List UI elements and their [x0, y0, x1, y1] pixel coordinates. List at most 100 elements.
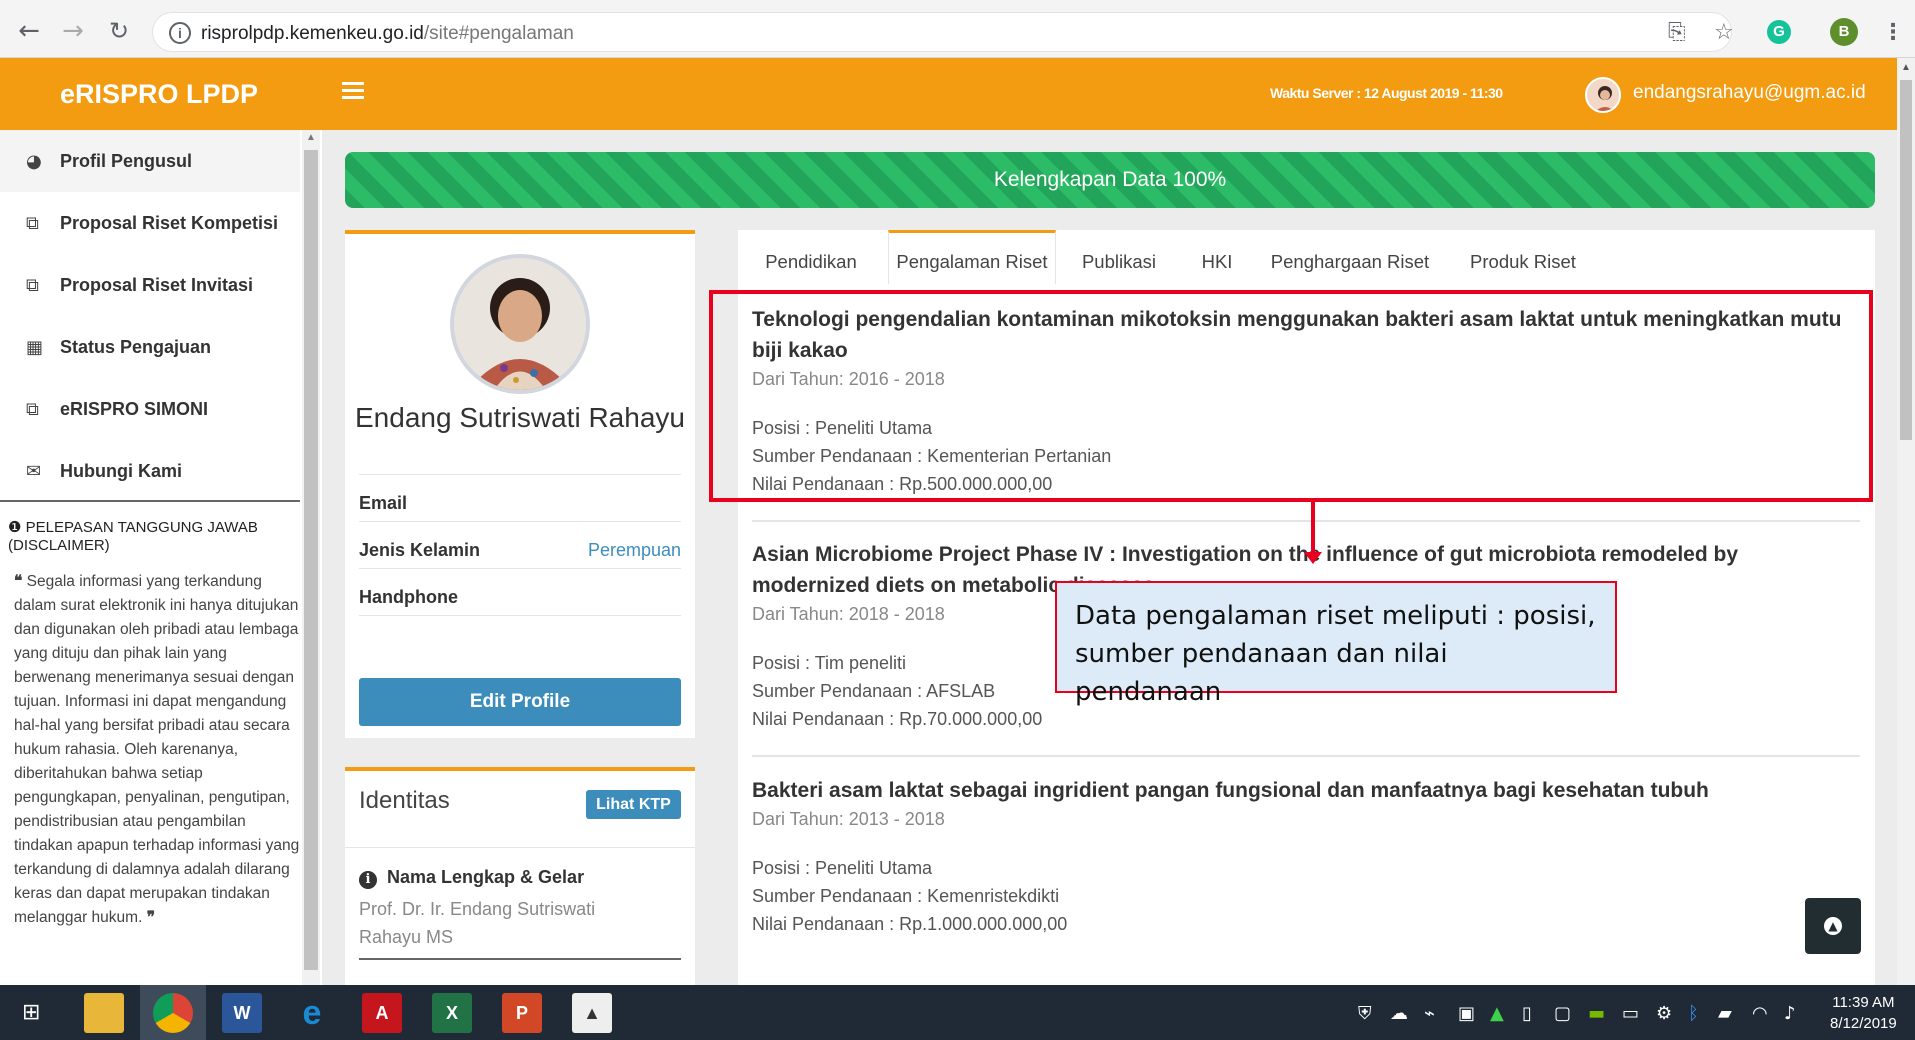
gender-value: Perempuan: [587, 540, 681, 560]
research-funding-value: Nilai Pendanaan : Rp.70.000.000,00: [752, 709, 1043, 729]
volume-icon[interactable]: ♪: [1784, 1003, 1796, 1024]
windows-start-icon[interactable]: ⊞: [22, 1000, 40, 1025]
wifi-icon[interactable]: ◠: [1752, 1003, 1768, 1024]
copy-icon: ⧉: [26, 274, 39, 296]
cloud-tray-icon[interactable]: ☁: [1390, 1003, 1408, 1024]
research-years: Dari Tahun: 2013 - 2018: [752, 809, 945, 829]
identity-card: Identitas Lihat KTP i Nama Lengkap & Gela…: [345, 767, 695, 997]
windows-taskbar: ⊞ W e A X P ▲ ⛨ ☁ ⌁ ▣ ▲ ▯ ▢ ▬ ▭ ⚙ ᛒ ▰ ◠ …: [0, 985, 1915, 1040]
network-tray-icon[interactable]: ⌁: [1424, 1003, 1435, 1024]
profile-name: Endang Sutriswati Rahayu: [355, 402, 685, 433]
tab-publikasi[interactable]: Publikasi: [1060, 230, 1178, 284]
research-title: Bakteri asam laktat sebagai ingridient p…: [752, 779, 1709, 802]
sidebar-item-hubungi-kami[interactable]: ✉ Hubungi Kami: [0, 440, 300, 502]
identity-bottom-divider: [359, 958, 681, 960]
tab-penghargaan-riset[interactable]: Penghargaan Riset: [1256, 230, 1444, 284]
monitor-tray-icon[interactable]: ▭: [1622, 1003, 1639, 1024]
tab-produk-riset[interactable]: Produk Riset: [1448, 230, 1598, 284]
grid-icon: ▦: [26, 336, 44, 358]
sidebar-item-proposal-riset-kompetisi[interactable]: ⧉ Proposal Riset Kompetisi: [0, 192, 300, 254]
browser-profile-avatar[interactable]: B: [1830, 18, 1858, 46]
sidebar-item-label: Proposal Riset Kompetisi: [60, 212, 279, 233]
view-ktp-button[interactable]: Lihat KTP: [586, 790, 681, 819]
profile-divider: [359, 615, 681, 616]
callout-annotation: Data pengalaman riset meliputi : posisi,…: [1055, 581, 1617, 707]
copy-icon: ⧉: [26, 398, 39, 420]
tab-hki[interactable]: HKI: [1182, 230, 1252, 284]
research-position: Posisi : Peneliti Utama: [752, 858, 933, 878]
sidebar-item-erispro-simoni[interactable]: ⧉ eRISPRO SIMONI: [0, 378, 300, 440]
profile-photo: [450, 254, 590, 394]
server-time: Waktu Server : 12 August 2019 - 11:30: [1270, 85, 1503, 101]
system-clock[interactable]: 11:39 AM 8/12/2019: [1830, 992, 1897, 1034]
full-name-value: Prof. Dr. Ir. Endang Sutriswati Rahayu M…: [359, 899, 596, 947]
arrow-up-circle-icon: ▲: [1824, 917, 1842, 935]
scrollbar-thumb[interactable]: [1900, 80, 1912, 440]
forward-arrow-icon[interactable]: →: [60, 18, 86, 44]
powerpoint-icon[interactable]: P: [502, 993, 542, 1033]
identity-divider: [345, 847, 695, 848]
identity-title: Identitas: [359, 787, 450, 814]
sidebar-item-label: eRISPRO SIMONI: [60, 398, 209, 419]
user-avatar[interactable]: [1585, 77, 1621, 113]
grammarly-extension-icon[interactable]: G: [1767, 20, 1791, 44]
copy-icon: ⧉: [26, 212, 39, 234]
scroll-up-arrow-icon[interactable]: ▲: [306, 132, 316, 143]
sidebar-item-proposal-riset-invitasi[interactable]: ⧉ Proposal Riset Invitasi: [0, 254, 300, 316]
acrobat-icon[interactable]: A: [362, 993, 402, 1033]
disclaimer-title: ❶ PELEPASAN TANGGUNG JAWAB (DISCLAIMER): [8, 518, 258, 554]
security-tray-icon[interactable]: ⛨: [1358, 1003, 1372, 1024]
translate-icon[interactable]: ⎘: [1668, 20, 1686, 45]
sidebar-divider: [0, 500, 300, 502]
research-funding-source: Sumber Pendanaan : Kemenristekdikti: [752, 886, 1060, 906]
tab-pendidikan[interactable]: Pendidikan: [738, 230, 884, 284]
app-tray-icon[interactable]: ▣: [1458, 1003, 1475, 1024]
info-icon: i: [359, 871, 377, 889]
hamburger-menu-icon[interactable]: [342, 82, 364, 100]
sidebar-item-label: Status Pengajuan: [60, 336, 212, 357]
back-to-top-button[interactable]: ▲: [1805, 898, 1861, 954]
url-text[interactable]: risprolpdp.kemenkeu.go.id/site#pengalama…: [201, 23, 574, 45]
edit-profile-button[interactable]: Edit Profile: [359, 678, 681, 726]
photos-icon[interactable]: ▲: [572, 993, 612, 1033]
usb-tray-icon[interactable]: ▯: [1522, 1003, 1532, 1024]
sidebar-scrollbar[interactable]: ▲: [302, 130, 320, 985]
tool-tray-icon[interactable]: ⚙: [1656, 1003, 1672, 1024]
bluetooth-icon[interactable]: ᛒ: [1688, 1003, 1699, 1024]
battery-icon[interactable]: ▰: [1718, 1003, 1732, 1024]
sidebar-item-label: Profil Pengusul: [60, 150, 193, 171]
sidebar: ◕ Profil Pengusul ⧉ Proposal Riset Kompe…: [0, 130, 322, 985]
bookmark-star-icon[interactable]: ☆: [1714, 20, 1734, 45]
drive-tray-icon[interactable]: ▲: [1490, 1003, 1504, 1024]
browser-menu-icon[interactable]: ⋮: [1882, 20, 1904, 45]
nvidia-tray-icon[interactable]: ▬: [1588, 1003, 1605, 1024]
reload-icon[interactable]: ↻: [106, 18, 132, 44]
callout-arrow-line: [1311, 502, 1315, 558]
entry-divider: [752, 755, 1860, 757]
address-bar[interactable]: i risprolpdp.kemenkeu.go.id/site#pengala…: [152, 12, 1732, 52]
app-logo[interactable]: eRISPRO LPDP: [0, 58, 322, 130]
page-scrollbar[interactable]: ▲: [1897, 58, 1915, 985]
back-arrow-icon[interactable]: ←: [16, 18, 42, 44]
sidebar-item-status-pengajuan[interactable]: ▦ Status Pengajuan: [0, 316, 300, 378]
quote-close-icon: ❞: [146, 909, 156, 926]
tab-pengalaman-riset[interactable]: Pengalaman Riset: [888, 230, 1056, 284]
sidebar-item-label: Proposal Riset Invitasi: [60, 274, 254, 295]
app-header: eRISPRO LPDP Waktu Server : 12 August 20…: [0, 58, 1897, 130]
display-tray-icon[interactable]: ▢: [1554, 1003, 1571, 1024]
site-info-icon[interactable]: i: [169, 22, 191, 44]
excel-icon[interactable]: X: [432, 993, 472, 1033]
chrome-icon[interactable]: [153, 993, 193, 1033]
scrollbar-thumb[interactable]: [304, 150, 318, 970]
dashboard-icon: ◕: [26, 150, 42, 172]
sidebar-item-profil-pengusul[interactable]: ◕ Profil Pengusul: [0, 130, 300, 192]
user-email[interactable]: endangsrahayu@ugm.ac.id: [1633, 82, 1866, 104]
research-entry: Bakteri asam laktat sebagai ingridient p…: [752, 775, 1860, 938]
scroll-up-arrow-icon[interactable]: ▲: [1901, 62, 1911, 73]
edge-icon[interactable]: e: [292, 993, 332, 1033]
profile-card: Endang Sutriswati Rahayu Email Jenis Kel…: [345, 230, 695, 738]
quote-open-icon: ❝: [14, 573, 23, 590]
file-explorer-icon[interactable]: [84, 993, 124, 1033]
sidebar-item-label: Hubungi Kami: [60, 460, 182, 481]
word-icon[interactable]: W: [222, 993, 262, 1033]
